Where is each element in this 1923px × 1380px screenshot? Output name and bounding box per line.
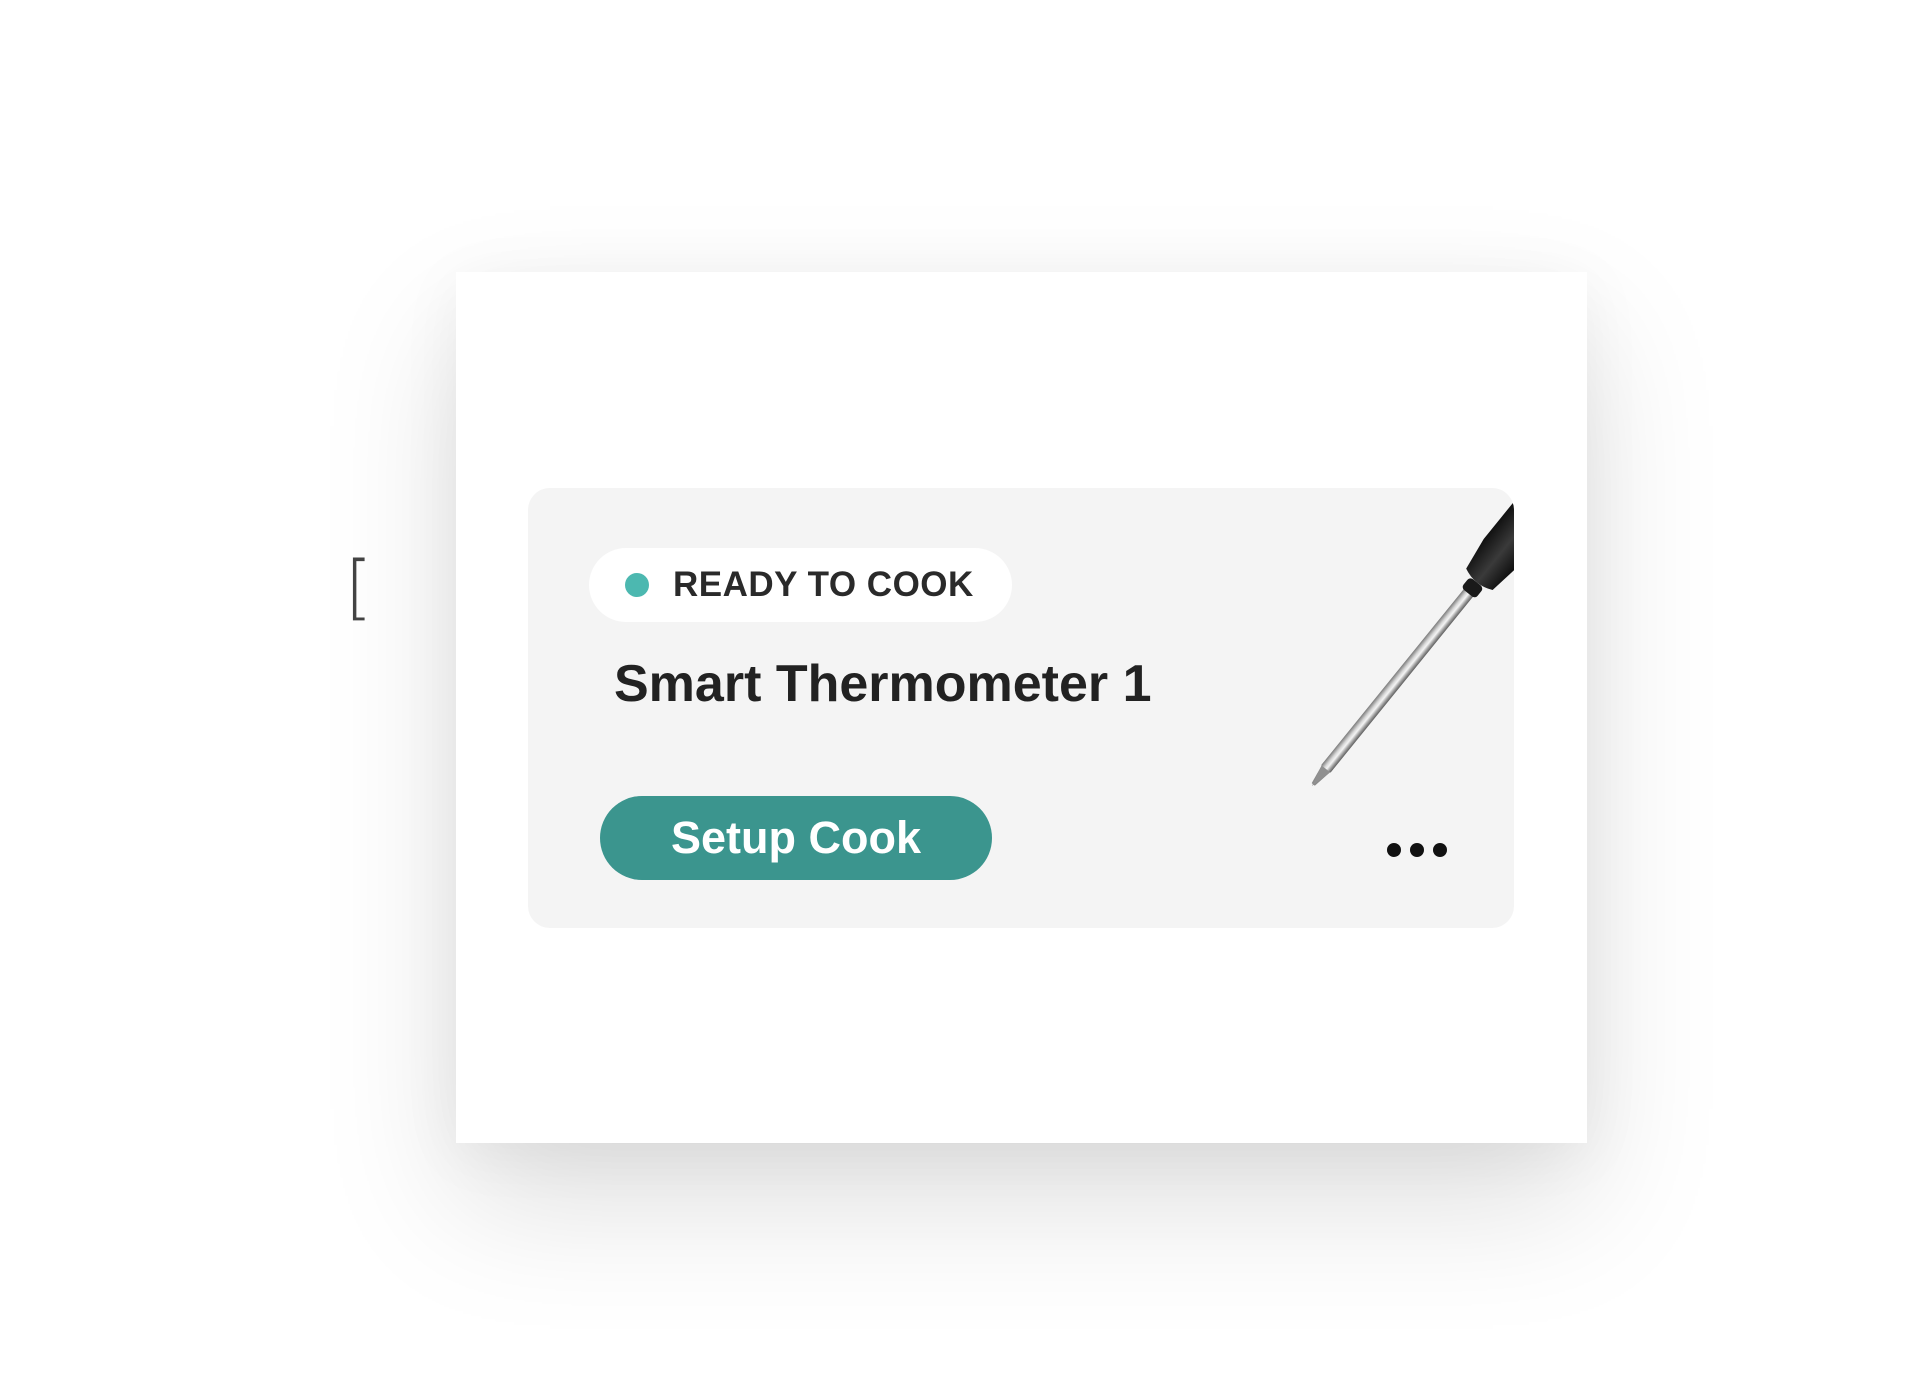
dot-icon (1433, 843, 1447, 857)
device-card[interactable]: READY TO COOK Smart Thermometer 1 Setup … (528, 488, 1514, 928)
dot-icon (1387, 843, 1401, 857)
thermometer-probe-image (1311, 488, 1514, 786)
status-badge: READY TO COOK (589, 548, 1012, 622)
status-label: READY TO COOK (673, 565, 974, 604)
setup-cook-button[interactable]: Setup Cook (600, 796, 992, 880)
more-options-icon[interactable] (1387, 840, 1447, 860)
device-panel: READY TO COOK Smart Thermometer 1 Setup … (456, 272, 1587, 1143)
status-dot-icon (625, 573, 649, 597)
dot-icon (1410, 843, 1424, 857)
device-name: Smart Thermometer 1 (614, 655, 1152, 713)
left-bracket-glyph: [ (345, 546, 373, 628)
